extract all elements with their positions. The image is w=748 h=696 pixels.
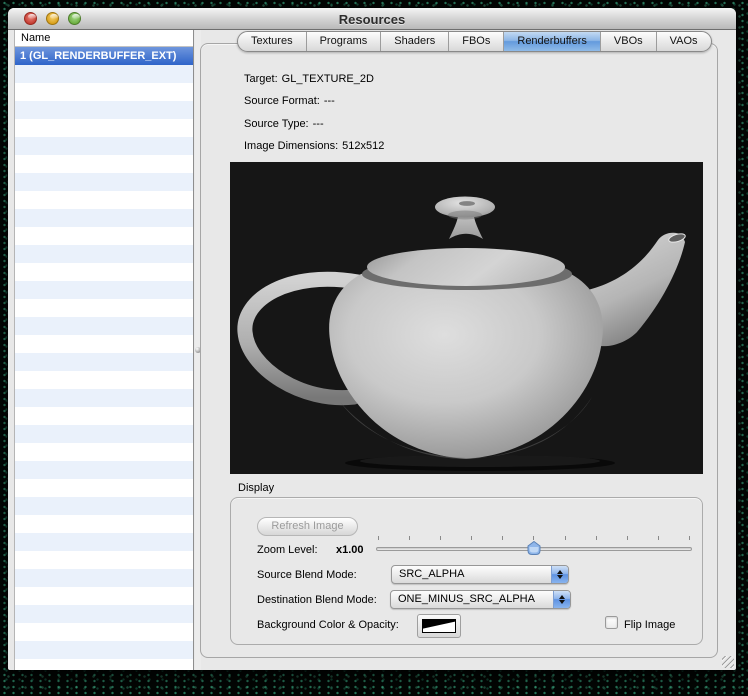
- slider-thumb[interactable]: [528, 541, 541, 560]
- source-blend-value: SRC_ALPHA: [399, 568, 464, 580]
- flip-image-checkbox[interactable]: [605, 616, 618, 629]
- tab-bar: Textures Programs Shaders FBOs Renderbuf…: [237, 31, 712, 52]
- info-source-type: Source Type:---: [244, 118, 324, 130]
- destination-blend-popup[interactable]: ONE_MINUS_SRC_ALPHA: [390, 590, 571, 609]
- teapot-lid: [367, 248, 565, 286]
- desktop: { "window": { "title": "Resources" }, "s…: [0, 0, 748, 696]
- tab-vbos[interactable]: VBOs: [600, 32, 656, 51]
- destination-blend-value: ONE_MINUS_SRC_ALPHA: [398, 593, 535, 605]
- list-column-header-name[interactable]: Name: [15, 30, 193, 47]
- info-source-format: Source Format:---: [244, 95, 335, 107]
- background-color-well[interactable]: [417, 614, 461, 638]
- slider-ticks: [378, 536, 690, 540]
- info-image-dimensions: Image Dimensions:512x512: [244, 140, 384, 152]
- resource-list-pane: Name 1 (GL_RENDERBUFFER_EXT): [14, 30, 194, 670]
- tab-renderbuffers[interactable]: Renderbuffers: [503, 32, 600, 51]
- resources-window: Resources Name 1 (GL_RENDERBUFFER_EXT) T…: [8, 8, 736, 670]
- window-titlebar[interactable]: Resources: [8, 8, 736, 30]
- teapot-body: [329, 265, 603, 459]
- popup-arrows-icon: [553, 591, 570, 608]
- tab-programs[interactable]: Programs: [306, 32, 381, 51]
- destination-blend-label: Destination Blend Mode:: [257, 594, 377, 606]
- flip-image-label[interactable]: Flip Image: [624, 619, 675, 631]
- info-target: Target:GL_TEXTURE_2D: [244, 73, 374, 85]
- background-color-label: Background Color & Opacity:: [257, 619, 399, 631]
- tab-shaders[interactable]: Shaders: [380, 32, 448, 51]
- zoom-level-value: x1.00: [336, 544, 364, 556]
- display-group-label: Display: [238, 482, 274, 494]
- teapot-render: [230, 162, 703, 474]
- tab-vaos[interactable]: VAOs: [656, 32, 711, 51]
- display-group: Refresh Image Zoom Level: x1.00 Source B…: [230, 497, 703, 645]
- list-item-renderbuffer[interactable]: 1 (GL_RENDERBUFFER_EXT): [15, 47, 193, 65]
- resource-list[interactable]: 1 (GL_RENDERBUFFER_EXT): [15, 47, 193, 670]
- zoom-slider[interactable]: [376, 535, 692, 559]
- resize-grip[interactable]: [722, 656, 734, 668]
- refresh-image-button[interactable]: Refresh Image: [257, 517, 358, 536]
- window-title: Resources: [8, 12, 736, 27]
- popup-arrows-icon: [551, 566, 568, 583]
- tab-textures[interactable]: Textures: [238, 32, 306, 51]
- source-blend-label: Source Blend Mode:: [257, 569, 357, 581]
- zoom-level-label: Zoom Level:: [257, 544, 318, 556]
- tab-fbos[interactable]: FBOs: [448, 32, 503, 51]
- image-preview[interactable]: [230, 162, 703, 474]
- color-well-swatch: [422, 619, 456, 633]
- source-blend-popup[interactable]: SRC_ALPHA: [391, 565, 569, 584]
